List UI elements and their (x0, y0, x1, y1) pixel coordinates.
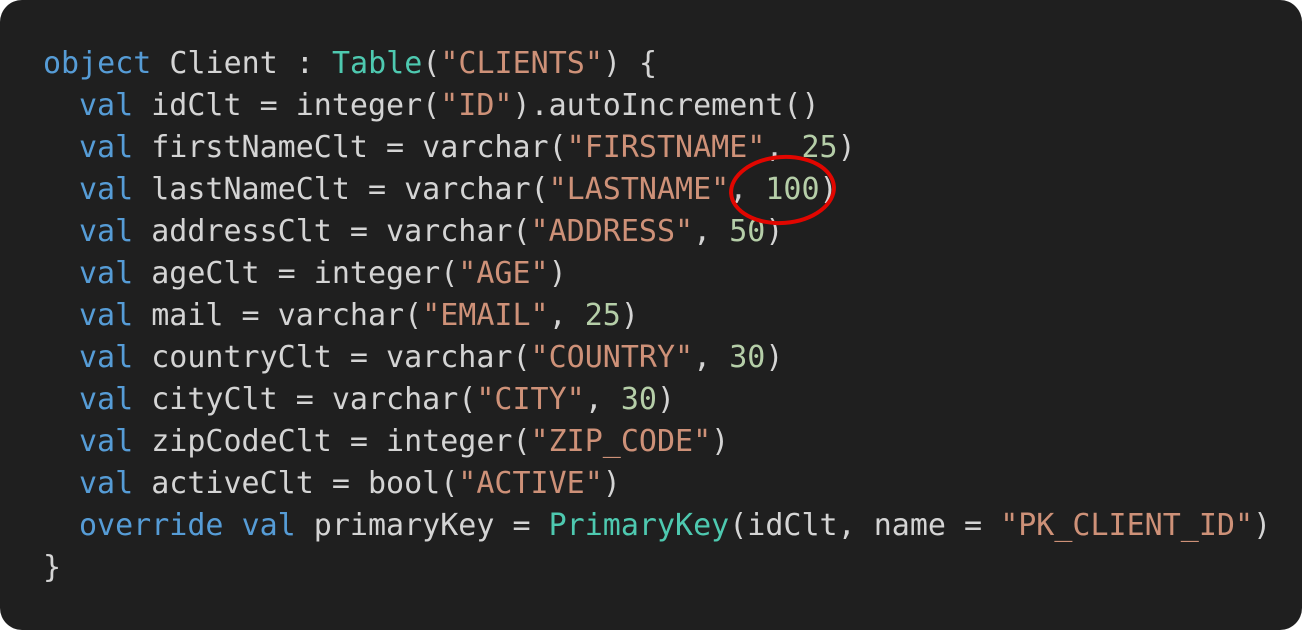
code-token-plain: ageClt = integer( (133, 256, 459, 291)
code-token-plain: ) (765, 340, 784, 375)
code-line: val zipCodeClt = integer("ZIP_CODE") (43, 421, 1271, 463)
code-line: } (43, 547, 1271, 589)
code-token-plain: ) (656, 382, 676, 417)
code-line: val mail = varchar("EMAIL", 25) (43, 295, 1271, 337)
code-token-plain: ) (837, 130, 856, 165)
code-token-plain: , (548, 298, 585, 333)
code-line: val lastNameClt = varchar("LASTNAME", 10… (43, 169, 1271, 211)
code-token-plain: mail = varchar( (133, 298, 423, 333)
code-line: val addressClt = varchar("ADDRESS", 50) (43, 211, 1271, 253)
code-token-plain: activeClt = bool( (133, 466, 459, 501)
code-token-plain: , (729, 172, 766, 207)
code-token-plain: lastNameClt = varchar( (133, 172, 549, 207)
code-token-plain: ) (819, 172, 838, 207)
code-token-str: "ADDRESS" (530, 214, 694, 249)
code-token-plain: idClt = integer( (133, 88, 441, 123)
code-token-plain: ) { (602, 46, 658, 81)
code-token-plain: primaryKey = (295, 508, 549, 543)
code-line: val ageClt = integer("AGE") (43, 253, 1271, 295)
code-token-plain: ) (548, 256, 567, 291)
code-token-num: 50 (729, 214, 766, 249)
code-token-str: "ACTIVE" (458, 466, 603, 501)
code-token-str: "AGE" (458, 256, 549, 291)
code-line: val cityClt = varchar("CITY", 30) (43, 379, 1271, 421)
code-token-kw: override (79, 508, 224, 543)
code-token-str: "EMAIL" (422, 298, 549, 333)
code-token-str: "FIRSTNAME" (566, 130, 766, 165)
code-token-plain: Client : (151, 46, 332, 81)
code-token-plain: addressClt = varchar( (133, 214, 531, 249)
code-token-plain: ) (602, 466, 621, 501)
code-token-plain: countryClt = varchar( (133, 340, 531, 375)
code-token-plain: (idClt, name = (729, 508, 1001, 543)
code-token-kw: val (79, 172, 134, 207)
code-token-kw: val (79, 382, 134, 417)
code-token-plain: ) (765, 214, 784, 249)
code-token-plain: , (693, 340, 730, 375)
code-token-kw: val (79, 424, 134, 459)
code-token-plain: ) (711, 424, 730, 459)
code-token-plain: cityClt = varchar( (133, 382, 477, 417)
code-snippet-card: object Client : Table("CLIENTS") {val id… (0, 0, 1302, 630)
code-token-num: 25 (584, 298, 621, 333)
code-token-str: "ZIP_CODE" (530, 424, 712, 459)
code-line: val countryClt = varchar("COUNTRY", 30) (43, 337, 1271, 379)
code-token-plain: } (43, 550, 62, 585)
code-token-num: 30 (729, 340, 766, 375)
code-token-plain: ( (422, 46, 441, 81)
code-token-plain: zipCodeClt = integer( (133, 424, 531, 459)
code-token-str: "PK_CLIENT_ID" (1000, 508, 1254, 543)
code-line: val activeClt = bool("ACTIVE") (43, 463, 1271, 505)
code-token-plain: ).autoIncrement() (512, 88, 820, 123)
code-token-kw: val (79, 340, 134, 375)
code-token-kw: val (79, 256, 134, 291)
code-token-str: "ID" (440, 88, 513, 123)
code-line: val firstNameClt = varchar("FIRSTNAME", … (43, 127, 1271, 169)
code-token-type: PrimaryKey (548, 508, 730, 543)
code-token-plain: , (584, 382, 621, 417)
code-token-plain: , (693, 214, 730, 249)
code-token-num: 100 (765, 172, 820, 207)
code-token-plain: , (765, 130, 802, 165)
code-token-plain: ) (1253, 508, 1272, 543)
code-line: val idClt = integer("ID").autoIncrement(… (43, 85, 1271, 127)
code-token-str: "COUNTRY" (530, 340, 694, 375)
code-token-plain: firstNameClt = varchar( (133, 130, 567, 165)
code-token-kw: val (79, 214, 134, 249)
code-token-plain: ) (620, 298, 639, 333)
code-token-num: 30 (620, 382, 657, 417)
code-token-kw: val (79, 88, 134, 123)
code-token-type: Table (332, 46, 423, 81)
code-token-str: "LASTNAME" (548, 172, 730, 207)
code-token-num: 25 (801, 130, 838, 165)
code-line: override val primaryKey = PrimaryKey(idC… (43, 505, 1271, 547)
code-token-str: "CITY" (476, 382, 585, 417)
code-token-kw: val (79, 466, 134, 501)
code-token-str: "CLIENTS" (440, 46, 603, 81)
code-token-kw: val (79, 130, 134, 165)
code-token-kw: object (43, 46, 152, 81)
code-token-kw: val (79, 298, 134, 333)
code-line: object Client : Table("CLIENTS") { (43, 43, 1271, 85)
code-block: object Client : Table("CLIENTS") {val id… (43, 43, 1271, 589)
code-token-kw: val (241, 508, 296, 543)
